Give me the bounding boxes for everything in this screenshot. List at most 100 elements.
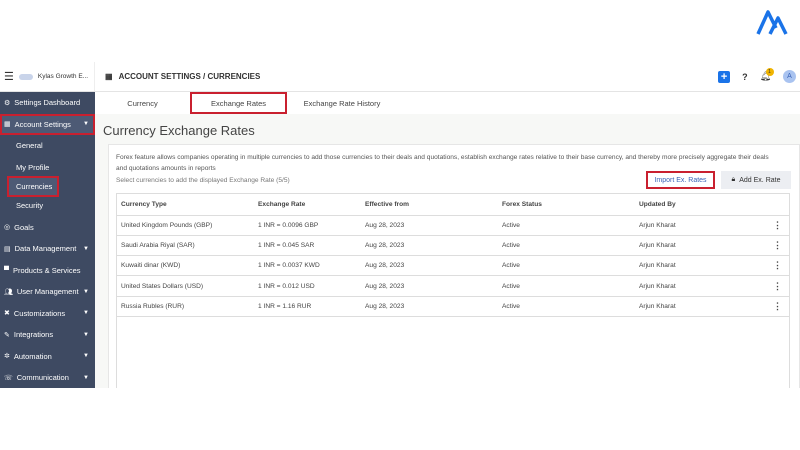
chevron-down-icon: ▼ [83, 121, 89, 128]
sidebar-item-label: My Profile [16, 162, 50, 172]
sidebar-item-integrations[interactable]: ✎ Integrations ▼ [0, 324, 95, 346]
sidebar-item-label: Automation [13, 351, 52, 361]
target-icon: ◎ [4, 224, 11, 232]
sidebar-item-label: Goals [14, 222, 34, 232]
tab-exchange-rate-history[interactable]: Exchange Rate History [287, 92, 397, 114]
cell-exchange-rate: 1 INR = 1.16 RUR [253, 296, 360, 317]
sidebar-item-currencies[interactable]: Currencies [7, 176, 59, 197]
col-forex-status: Forex Status [497, 195, 634, 216]
phone-icon: ☏ [4, 374, 13, 382]
chevron-down-icon: ▼ [83, 245, 89, 252]
sidebar-item-general[interactable]: General [0, 135, 95, 157]
table-row: Saudi Arabia Riyal (SAR) 1 INR = 0.045 SA… [116, 235, 790, 257]
sidebar-item-label: General [16, 141, 43, 151]
cell-forex-status: Active [497, 296, 634, 317]
cell-exchange-rate: 1 INR = 0.045 SAR [253, 235, 360, 257]
sidebar-item-label: Account Settings [14, 119, 71, 129]
sidebar-item-label: Currencies [16, 182, 53, 191]
sidebar-item-label: Settings Dashboard [14, 98, 81, 108]
building-icon: ▦ [4, 121, 11, 129]
lock-icon: 🔒︎ [731, 176, 736, 183]
col-currency-type: Currency Type [116, 195, 253, 216]
page-title: Currency Exchange Rates [103, 123, 255, 138]
cell-forex-status: Active [497, 215, 634, 236]
exchange-rates-table: Currency Type Exchange Rate Effective fr… [116, 195, 790, 317]
tab-currency[interactable]: Currency [95, 92, 190, 114]
tab-bar: Currency Exchange Rates Exchange Rate Hi… [95, 92, 800, 114]
cell-currency-type: Saudi Arabia Riyal (SAR) [116, 235, 253, 257]
sidebar-item-label: Security [16, 201, 44, 211]
chevron-down-icon: ▼ [83, 310, 89, 317]
row-menu-icon[interactable]: ⋮ [736, 235, 790, 257]
sidebar-item-security[interactable]: Security [0, 195, 95, 217]
table-row: Kuwaiti dinar (KWD) 1 INR = 0.0037 KWD Aug… [116, 255, 790, 277]
col-exchange-rate: Exchange Rate [253, 195, 360, 216]
row-menu-icon[interactable]: ⋮ [736, 296, 790, 317]
cell-updated-by: Arjun Kharat [634, 235, 737, 257]
chevron-down-icon: ▼ [83, 288, 89, 295]
cell-exchange-rate: 1 INR = 0.012 USD [253, 275, 360, 297]
workspace-name[interactable]: Kylas Growth E... [38, 73, 88, 80]
sidebar-item-communication[interactable]: ☏ Communication ▼ [0, 367, 95, 388]
breadcrumb: ACCOUNT SETTINGS / CURRENCIES [118, 72, 261, 81]
sidebar-item-account-settings[interactable]: ▦ Account Settings ▼ [0, 113, 95, 135]
top-bar: ☰ Kylas Growth E... ▦ ACCOUNT SETTINGS /… [0, 62, 800, 92]
add-ex-rate-button[interactable]: 🔒︎ Add Ex. Rate [721, 171, 791, 189]
app-window: ☰ Kylas Growth E... ▦ ACCOUNT SETTINGS /… [0, 62, 800, 388]
sidebar-item-data-management[interactable]: ▤ Data Management ▼ [0, 238, 95, 260]
cell-forex-status: Active [497, 275, 634, 297]
avatar[interactable]: A [783, 70, 796, 83]
box-icon: ▀ [4, 266, 9, 274]
sidebar-item-label: Communication [16, 373, 69, 383]
sidebar-item-customizations[interactable]: ✖ Customizations ▼ [0, 303, 95, 325]
add-ex-rate-label: Add Ex. Rate [739, 176, 781, 184]
table-row: Russia Rubles (RUR) 1 INR = 1.16 RUR Aug 2… [116, 296, 790, 317]
col-effective-from: Effective from [360, 195, 497, 216]
selection-note: Select currencies to add the displayed E… [116, 177, 290, 184]
building-icon: ▦ [105, 72, 113, 81]
cell-updated-by: Arjun Kharat [634, 275, 737, 297]
cell-effective-from: Aug 28, 2023 [360, 296, 497, 317]
sidebar-item-my-profile[interactable]: My Profile [0, 157, 95, 179]
col-updated-by: Updated By [634, 195, 737, 216]
plug-icon: ✎ [4, 331, 10, 339]
sidebar-item-settings-dashboard[interactable]: ⚙ Settings Dashboard [0, 92, 95, 114]
tab-exchange-rates[interactable]: Exchange Rates [190, 92, 287, 114]
sidebar-item-user-management[interactable]: 👥︎ User Management ▼ [0, 281, 95, 303]
gear-icon: ⚙ [4, 99, 11, 107]
sidebar-item-products-services[interactable]: ▀ Products & Services [0, 260, 95, 282]
cell-updated-by: Arjun Kharat [634, 296, 737, 317]
table-row: United States Dollars (USD) 1 INR = 0.012… [116, 275, 790, 297]
cell-forex-status: Active [497, 255, 634, 277]
cell-currency-type: United Kingdom Pounds (GBP) [116, 215, 253, 236]
import-ex-rates-button[interactable]: Import Ex. Rates [646, 171, 715, 189]
sidebar: ⚙ Settings Dashboard ▦ Account Settings ▼ Gen… [0, 92, 95, 388]
row-menu-icon[interactable]: ⋮ [736, 215, 790, 236]
sidebar-item-label: Customizations [13, 308, 66, 318]
notification-badge: 1 [765, 68, 774, 76]
cell-effective-from: Aug 28, 2023 [360, 215, 497, 236]
cell-forex-status: Active [497, 235, 634, 257]
row-menu-icon[interactable]: ⋮ [736, 275, 790, 297]
cell-effective-from: Aug 28, 2023 [360, 235, 497, 257]
row-menu-icon[interactable]: ⋮ [736, 255, 790, 277]
add-icon[interactable]: + [718, 70, 731, 83]
cell-updated-by: Arjun Kharat [634, 255, 737, 277]
users-icon: 👥︎ [4, 288, 13, 296]
table-icon: ▤ [4, 245, 11, 253]
cell-currency-type: Kuwaiti dinar (KWD) [116, 255, 253, 277]
menu-icon[interactable]: ☰ [4, 70, 14, 83]
cell-updated-by: Arjun Kharat [634, 215, 737, 236]
cog-icon: ✲ [4, 353, 10, 361]
cell-currency-type: Russia Rubles (RUR) [116, 296, 253, 317]
sidebar-item-automation[interactable]: ✲ Automation ▼ [0, 346, 95, 368]
chevron-down-icon: ▼ [83, 353, 89, 360]
cell-exchange-rate: 1 INR = 0.0096 GBP [253, 215, 360, 236]
bell-icon[interactable]: 🔔︎ 1 [760, 68, 774, 82]
brand-logo [756, 10, 788, 35]
help-icon[interactable]: ? [742, 72, 748, 82]
col-actions [736, 195, 790, 216]
sidebar-item-goals[interactable]: ◎ Goals [0, 217, 95, 239]
exchange-rates-card: Forex feature allows companies operating… [108, 144, 800, 388]
sidebar-item-label: Data Management [14, 244, 77, 254]
